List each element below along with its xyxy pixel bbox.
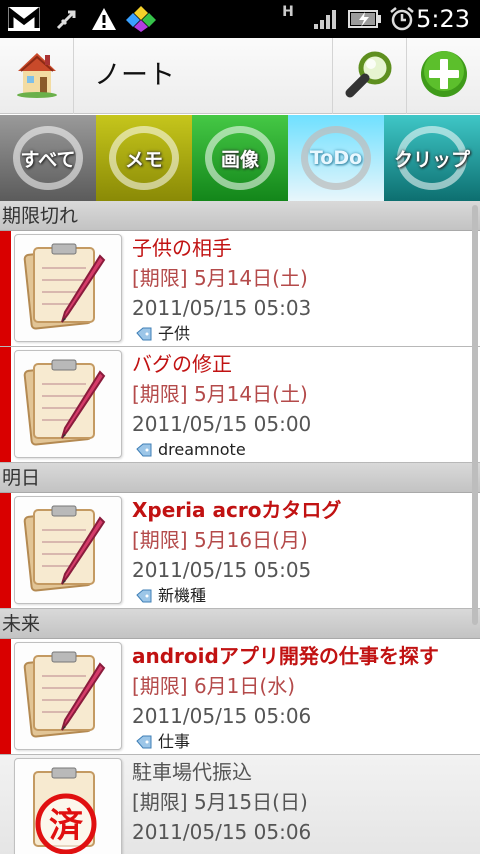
warning-icon: [90, 4, 118, 34]
item-tag-label: dreamnote: [158, 440, 246, 459]
add-button[interactable]: [406, 38, 480, 114]
section-header-future: 未来: [0, 609, 480, 639]
overdue-marker: [0, 639, 11, 754]
tab-todo[interactable]: ToDo: [288, 115, 384, 201]
section-header-overdue: 期限切れ: [0, 201, 480, 231]
home-house-icon: [14, 49, 60, 103]
network-type-label: H: [282, 4, 294, 20]
note-thumbnail: [14, 234, 122, 342]
add-icon: [419, 49, 469, 103]
item-tag: 仕事: [132, 731, 474, 753]
note-thumbnail: [14, 496, 122, 604]
note-thumbnail: [14, 350, 122, 458]
list-item[interactable]: Xperia acroカタログ [期限] 5月16日(月) 2011/05/15…: [0, 493, 480, 609]
item-due-date: [期限] 6月1日(水): [132, 674, 296, 698]
item-timestamp: 2011/05/15 05:06: [132, 704, 312, 728]
search-icon: [344, 48, 396, 104]
gmail-icon: [6, 4, 42, 34]
item-tag-label: 子供: [158, 324, 191, 343]
item-due-date: [期限] 5月14日(土): [132, 382, 308, 406]
alarm-icon: [388, 4, 416, 34]
tab-image-label: 画像: [220, 148, 259, 171]
item-tag: dreamnote: [132, 439, 474, 461]
item-due-date: [期限] 5月16日(月): [132, 528, 308, 552]
page-title: ノート: [94, 60, 175, 91]
tab-clip[interactable]: クリップ: [384, 115, 480, 201]
item-due-date: [期限] 5月15日(日): [132, 790, 308, 814]
item-timestamp: 2011/05/15 05:05: [132, 558, 312, 582]
overdue-marker: [0, 493, 11, 608]
tab-memo-label: メモ: [124, 148, 163, 171]
item-title: androidアプリ開発の仕事を探す: [132, 644, 439, 668]
done-stamp-text: 済: [49, 806, 84, 846]
clipboard-pencil-icon: [20, 238, 116, 338]
battery-charging-icon: [348, 4, 382, 34]
overdue-marker: [0, 231, 11, 346]
item-timestamp: 2011/05/15 05:03: [132, 296, 312, 320]
item-tag-label: 仕事: [158, 732, 191, 751]
tab-clip-label: クリップ: [393, 148, 470, 171]
tab-todo-label: ToDo: [309, 147, 363, 169]
item-tag: 子供: [132, 323, 474, 345]
clipboard-done-stamp-icon: 済: [20, 762, 116, 854]
tab-memo[interactable]: メモ: [96, 115, 192, 201]
clipboard-pencil-icon: [20, 500, 116, 600]
tag-icon: [136, 327, 152, 341]
tab-all[interactable]: すべて: [0, 115, 96, 201]
title-bar: ノート: [0, 38, 480, 114]
item-timestamp: 2011/05/15 05:06: [132, 820, 312, 844]
list-item[interactable]: 子供の相手 [期限] 5月14日(土) 2011/05/15 05:03 子供: [0, 231, 480, 347]
status-bar: H 5:23: [0, 0, 480, 38]
todo-list[interactable]: 期限切れ 子供の相手 [期限] 5月14日(土) 2011/05/15 05:0…: [0, 201, 480, 854]
clipboard-pencil-icon: [20, 354, 116, 454]
section-header-tomorrow: 明日: [0, 463, 480, 493]
clipboard-pencil-icon: [20, 646, 116, 746]
home-button[interactable]: [0, 38, 74, 114]
list-item-completed[interactable]: 済 駐車場代振込 [期限] 5月15日(日) 2011/05/15 05:06: [0, 755, 480, 854]
note-thumbnail: [14, 642, 122, 750]
status-time: 5:23: [416, 5, 470, 33]
item-tag: 新機種: [132, 585, 474, 607]
item-title: 子供の相手: [132, 236, 232, 260]
list-item[interactable]: バグの修正 [期限] 5月14日(土) 2011/05/15 05:00 dre…: [0, 347, 480, 463]
item-due-date: [期限] 5月14日(土): [132, 266, 308, 290]
tab-image[interactable]: 画像: [192, 115, 288, 201]
search-button[interactable]: [332, 38, 406, 114]
category-tabs: すべて メモ 画像 ToDo クリップ: [0, 115, 480, 201]
list-item[interactable]: androidアプリ開発の仕事を探す [期限] 6月1日(水) 2011/05/…: [0, 639, 480, 755]
tag-icon: [136, 589, 152, 603]
item-tag-label: 新機種: [158, 586, 207, 605]
overdue-marker: [0, 347, 11, 462]
item-title: 駐車場代振込: [132, 760, 252, 784]
item-title: Xperia acroカタログ: [132, 498, 342, 522]
tab-all-label: すべて: [20, 148, 76, 171]
note-thumbnail: 済: [14, 758, 122, 854]
usb-debug-icon: [52, 4, 82, 34]
signal-icon: [312, 4, 338, 34]
item-title: バグの修正: [132, 352, 232, 376]
list-scrollbar[interactable]: [472, 205, 478, 625]
app-diamond-icon: [124, 4, 158, 34]
item-timestamp: 2011/05/15 05:00: [132, 412, 312, 436]
tag-icon: [136, 443, 152, 457]
tag-icon: [136, 735, 152, 749]
